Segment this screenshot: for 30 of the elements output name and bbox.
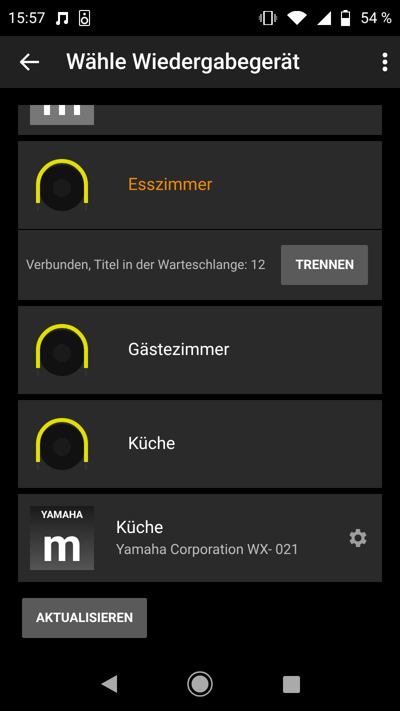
device-model: Yamaha Corporation WX- 021 — [116, 542, 300, 558]
device-card[interactable]: YAMAHA m Küche Yamaha Corporation WX- 021 — [18, 494, 382, 582]
logo-brand: YAMAHA — [41, 510, 83, 521]
device-name: Küche — [116, 518, 164, 538]
device-name: Gästezimmer — [128, 340, 230, 360]
screen-title: Wähle Wiedergabegerät — [66, 50, 301, 74]
speaker-icon — [79, 10, 90, 26]
more-options-icon[interactable] — [382, 52, 388, 72]
wifi-icon — [287, 11, 308, 25]
device-card[interactable]: Gästezimmer — [18, 306, 382, 394]
device-name: Küche — [128, 434, 176, 454]
device-card[interactable]: Esszimmer — [18, 141, 382, 229]
connection-status: Verbunden, Titel in der Warteschlange: 12 — [26, 258, 266, 272]
device-card[interactable]: Küche — [18, 400, 382, 488]
battery-icon — [341, 10, 350, 26]
logo-letter: m — [42, 524, 82, 568]
music-note-icon — [55, 10, 70, 26]
disconnect-button[interactable]: TRENNEN — [281, 245, 368, 285]
vibrate-icon — [259, 11, 278, 25]
clock: 15:57 — [8, 9, 46, 27]
back-arrow-icon[interactable] — [20, 53, 40, 71]
signal-icon — [317, 11, 332, 25]
device-name: Esszimmer — [128, 175, 212, 195]
recents-icon[interactable] — [282, 676, 300, 692]
device-card[interactable] — [18, 105, 382, 135]
logo-icon — [30, 105, 94, 125]
battery-percent: 54 % — [360, 9, 392, 27]
back-icon[interactable] — [100, 675, 116, 693]
refresh-button[interactable]: AKTUALISIEREN — [22, 598, 147, 638]
home-icon[interactable] — [186, 671, 212, 697]
